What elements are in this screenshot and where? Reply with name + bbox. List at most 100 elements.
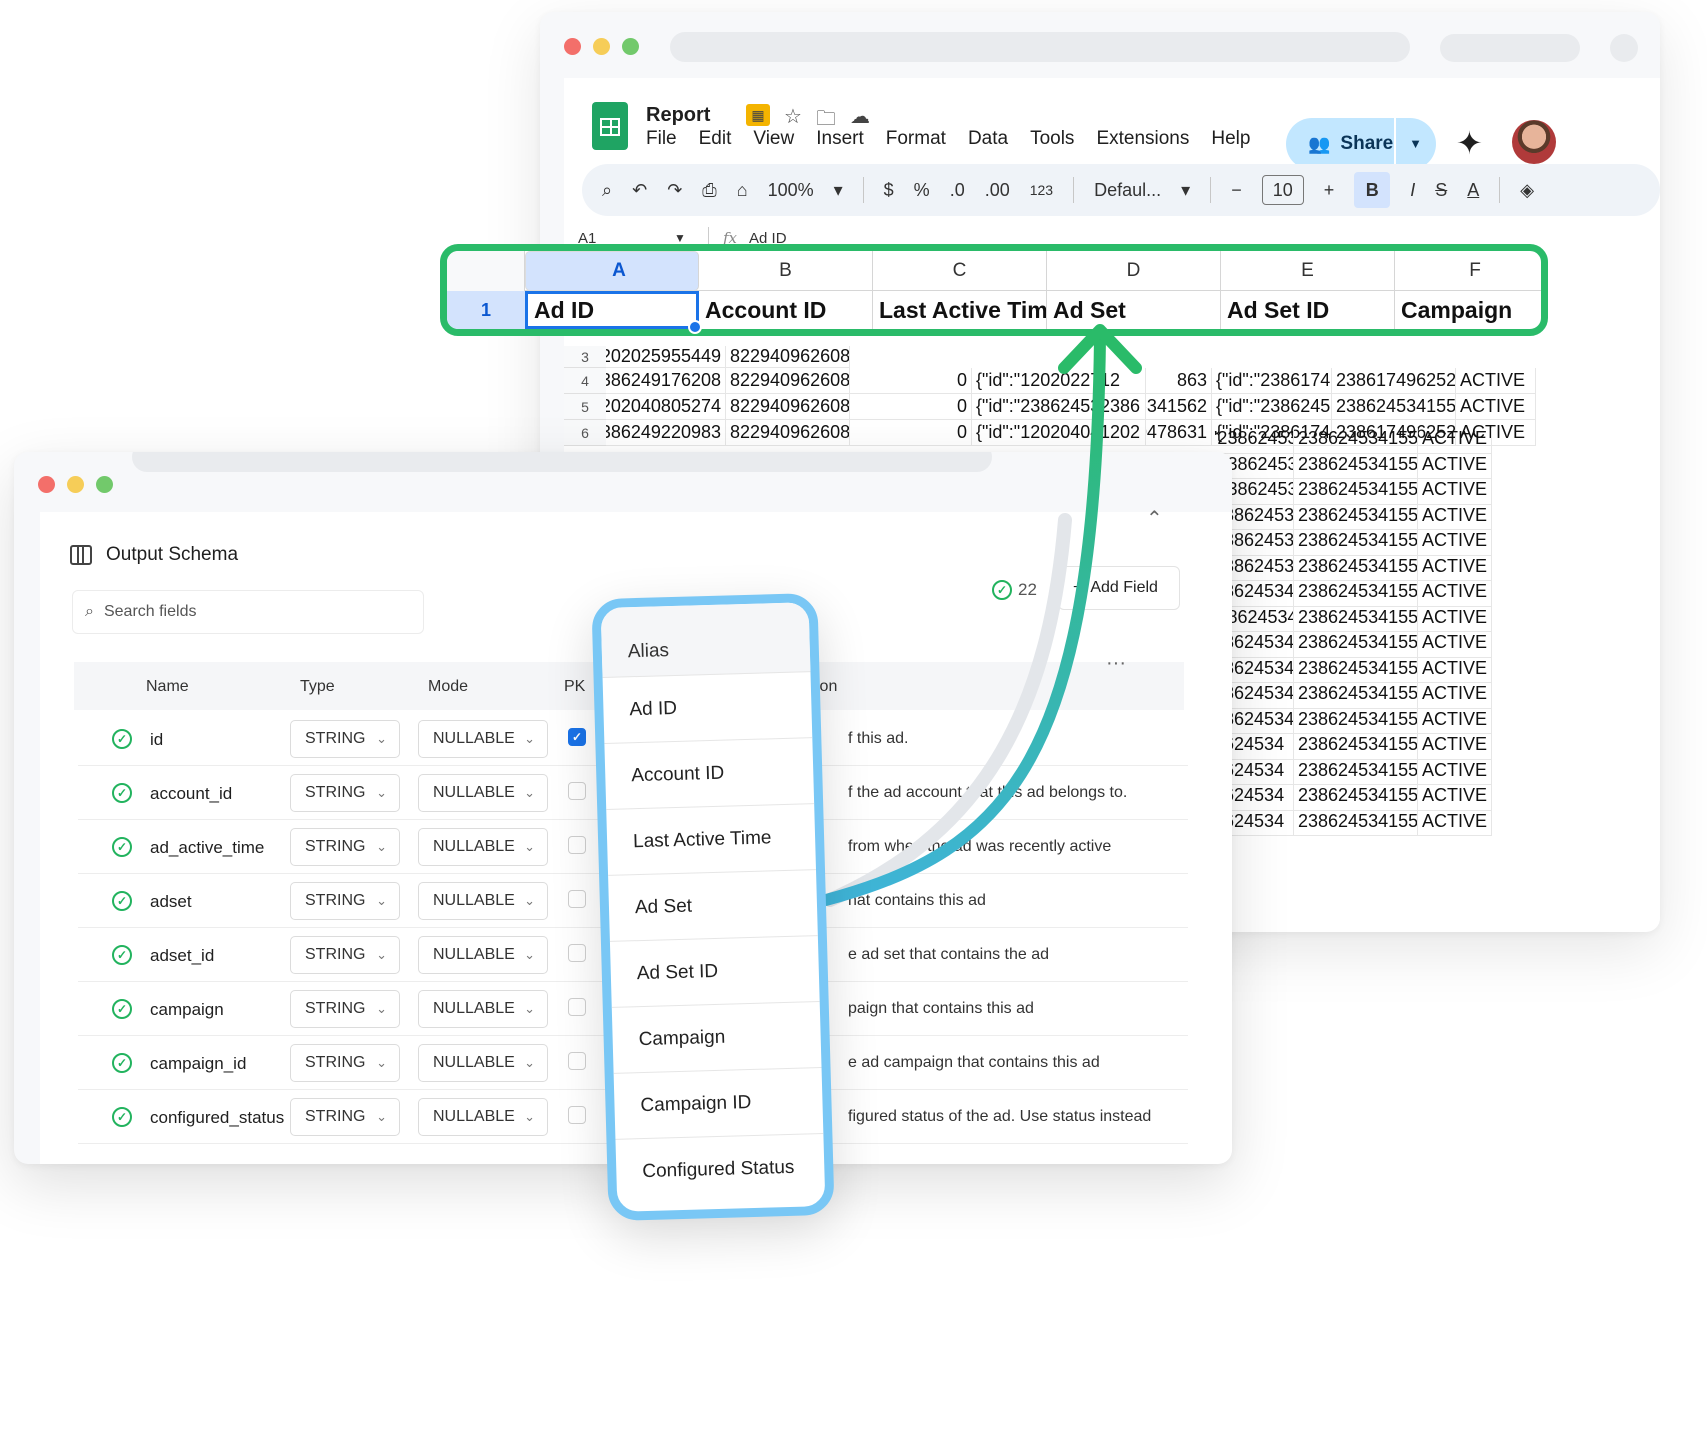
type-select[interactable]: STRING ⌄	[290, 936, 400, 974]
font-size-input[interactable]: 10	[1261, 175, 1304, 205]
grid-cell[interactable]: 2386245341559	[1294, 453, 1418, 479]
grid-cell[interactable]: ACTIVE	[1418, 708, 1492, 734]
grid-cell[interactable]: ACTIVE	[1418, 479, 1492, 505]
print-icon[interactable]: ⎙	[702, 180, 716, 201]
alias-item[interactable]: Ad ID	[602, 672, 813, 744]
cell-f1[interactable]: Campaign	[1395, 291, 1541, 329]
paint-format-icon[interactable]: ⌂	[737, 180, 748, 201]
grid-cell[interactable]: {"id":"238624534	[1212, 394, 1332, 420]
share-button[interactable]: 👥 Share ▼	[1286, 118, 1436, 170]
grid-cell[interactable]: ACTIVE	[1418, 759, 1492, 785]
row-header[interactable]: 6	[564, 420, 606, 446]
grid-cell[interactable]: {"id":"23861749€	[1212, 368, 1332, 394]
increase-decimal-button[interactable]: .00	[985, 180, 1010, 201]
grid-cell[interactable]: 2386245341559	[1294, 504, 1418, 530]
maximize-window-button[interactable]	[96, 476, 113, 493]
grid-cell[interactable]: ACTIVE	[1418, 785, 1492, 811]
grid-cell[interactable]: 2386245341559	[1294, 428, 1418, 454]
type-select[interactable]: STRING ⌄	[290, 774, 400, 812]
grid-cell[interactable]: ACTIVE	[1418, 453, 1492, 479]
grid-cell[interactable]: 1202	[1096, 420, 1146, 446]
grid-cell[interactable]: 2386245341559	[1294, 759, 1418, 785]
bold-button[interactable]: B	[1354, 172, 1391, 208]
grid-cell[interactable]: 2386245341559	[1294, 683, 1418, 709]
grid-cell[interactable]: ACTIVE	[1418, 428, 1492, 454]
font-select[interactable]: Defaul...	[1094, 180, 1161, 201]
col-pk[interactable]: PK	[564, 678, 585, 696]
mode-select[interactable]: NULLABLE ⌄	[418, 1098, 548, 1136]
grid-cell[interactable]: 2386249220983	[606, 420, 726, 446]
col-name[interactable]: Name	[146, 678, 189, 696]
grid-cell[interactable]: {"id":"238624534	[972, 394, 1096, 420]
pk-checkbox[interactable]	[568, 944, 586, 962]
alias-item[interactable]: Account ID	[604, 738, 815, 810]
address-bar[interactable]	[670, 32, 1410, 62]
grid-cell[interactable]: ACTIVE	[1418, 504, 1492, 530]
grid-cell[interactable]: ACTIVE	[1456, 368, 1536, 394]
grid-cell[interactable]: ACTIVE	[1418, 734, 1492, 760]
column-header-a[interactable]: A	[525, 251, 699, 291]
row-header-1[interactable]: 1	[447, 291, 525, 329]
menu-file[interactable]: File	[646, 128, 677, 150]
menu-extensions[interactable]: Extensions	[1096, 128, 1189, 150]
column-header-d[interactable]: D	[1047, 251, 1221, 291]
grid-cell[interactable]: 2386245341559	[1294, 810, 1418, 836]
address-bar[interactable]	[132, 452, 992, 472]
mode-select[interactable]: NULLABLE ⌄	[418, 882, 548, 920]
grid-cell[interactable]: 2386245341559	[1294, 734, 1418, 760]
fill-color-icon[interactable]: ◈	[1520, 180, 1534, 201]
more-options-icon[interactable]: ···	[1106, 652, 1126, 675]
grid-cell[interactable]: 0	[850, 420, 972, 446]
grid-cell[interactable]: 1202040805274	[606, 394, 726, 420]
grid-cell[interactable]: {"id":"120204047	[972, 420, 1096, 446]
menu-edit[interactable]: Edit	[699, 128, 732, 150]
pk-checkbox[interactable]	[568, 836, 586, 854]
pk-checkbox[interactable]: ✓	[568, 728, 586, 746]
grid-cell[interactable]: 2386249176208	[606, 368, 726, 394]
pk-checkbox[interactable]	[568, 890, 586, 908]
mode-select[interactable]: NULLABLE ⌄	[418, 828, 548, 866]
grid-cell[interactable]: 8229409626083	[726, 394, 850, 420]
avatar[interactable]	[1512, 120, 1556, 164]
maximize-window-button[interactable]	[622, 38, 639, 55]
grid-cell[interactable]: 12	[1096, 368, 1146, 394]
close-window-button[interactable]	[564, 38, 581, 55]
grid-cell[interactable]: 2386245341559	[1294, 708, 1418, 734]
percent-format-button[interactable]: %	[914, 180, 930, 201]
grid-cell[interactable]: ACTIVE	[1418, 606, 1492, 632]
type-select[interactable]: STRING ⌄	[290, 1098, 400, 1136]
grid-cell[interactable]: 8229409626083	[726, 368, 850, 394]
grid-cell[interactable]: {"id":"120202276	[972, 368, 1096, 394]
search-icon[interactable]: ⌕	[602, 180, 612, 201]
type-select[interactable]: STRING ⌄	[290, 720, 400, 758]
col-type[interactable]: Type	[300, 678, 335, 696]
pk-checkbox[interactable]	[568, 782, 586, 800]
increase-font-size-button[interactable]: +	[1324, 180, 1335, 201]
type-select[interactable]: STRING ⌄	[290, 990, 400, 1028]
cell-b1[interactable]: Account ID	[699, 291, 873, 329]
cell-c1[interactable]: Last Active Tim	[873, 291, 1047, 329]
pk-checkbox[interactable]	[568, 1052, 586, 1070]
row-header[interactable]: 3	[564, 346, 606, 368]
grid-cell[interactable]: 2386245341559	[1294, 785, 1418, 811]
grid-cell[interactable]: ACTIVE	[1418, 581, 1492, 607]
mode-select[interactable]: NULLABLE ⌄	[418, 990, 548, 1028]
gemini-sparkle-icon[interactable]: ✦	[1456, 124, 1483, 162]
grid-cell[interactable]: ACTIVE	[1418, 632, 1492, 658]
menu-insert[interactable]: Insert	[816, 128, 864, 150]
menu-tools[interactable]: Tools	[1030, 128, 1074, 150]
col-mode[interactable]: Mode	[428, 678, 468, 696]
decrease-font-size-button[interactable]: −	[1231, 180, 1242, 201]
grid-cell[interactable]: 2386245341559	[1294, 530, 1418, 556]
menu-view[interactable]: View	[753, 128, 794, 150]
document-title[interactable]: Report	[646, 104, 710, 127]
currency-format-button[interactable]: $	[884, 180, 894, 201]
alias-item[interactable]: Configured Status	[615, 1134, 825, 1206]
row-header[interactable]: 5	[564, 394, 606, 420]
decrease-decimal-button[interactable]: .0	[950, 180, 965, 201]
menu-data[interactable]: Data	[968, 128, 1008, 150]
slides-icon[interactable]: ▦	[746, 104, 770, 126]
alias-item[interactable]: Campaign	[611, 1002, 822, 1074]
strikethrough-button[interactable]: S	[1435, 180, 1447, 201]
close-window-button[interactable]	[38, 476, 55, 493]
